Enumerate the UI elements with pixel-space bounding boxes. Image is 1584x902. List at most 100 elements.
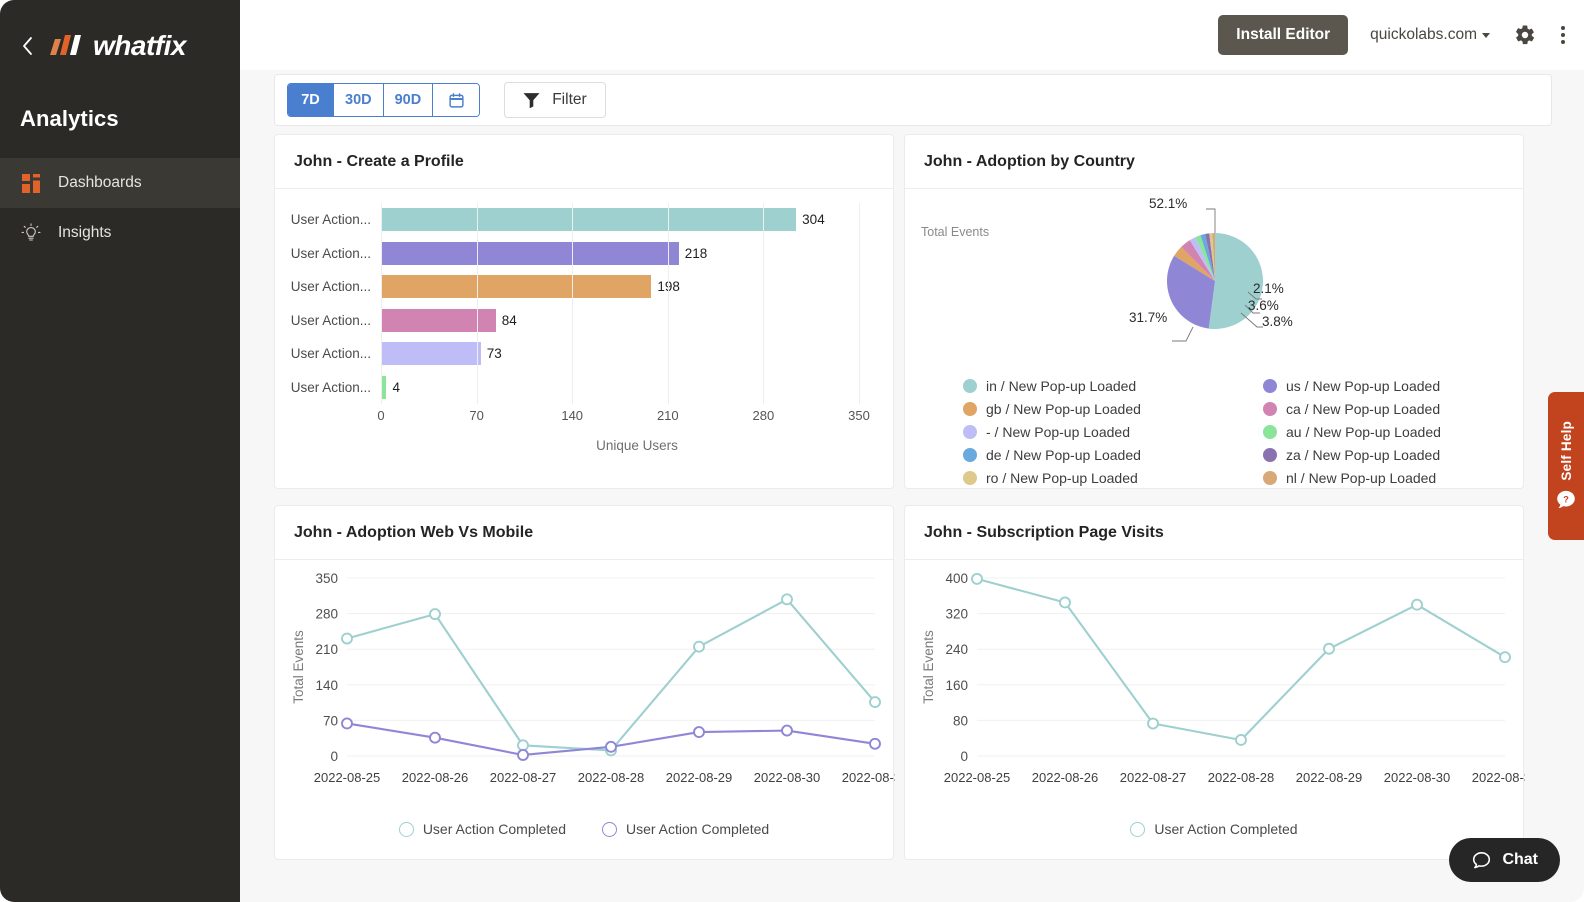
pie-chart-body: Total Events 52.1% 31.7% 3.8% 3.6% 2.1% … <box>905 189 1523 486</box>
bar-chart-body: User Action... 304 User Action... 218 User A… <box>275 189 893 453</box>
self-help-tab[interactable]: Self Help ? <box>1548 392 1584 540</box>
settings-gear-button[interactable] <box>1514 24 1536 46</box>
line-data-point[interactable] <box>517 739 529 752</box>
bar-category-label: User Action... <box>290 312 371 328</box>
line-data-point[interactable] <box>1147 717 1159 730</box>
bar-gridline <box>476 303 478 337</box>
line-data-point[interactable] <box>869 696 881 709</box>
card-create-a-profile: John - Create a Profile User Action... 30… <box>274 134 894 489</box>
legend-label: de / New Pop-up Loaded <box>986 447 1141 463</box>
line-data-point[interactable] <box>693 726 705 739</box>
main-content: Install Editor quickolabs.com 7D 30D 90D… <box>240 0 1584 902</box>
pie-legend-item[interactable]: ro / New Pop-up Loaded <box>963 470 1263 486</box>
more-options-button[interactable] <box>1560 24 1566 46</box>
line-data-point[interactable] <box>971 572 983 585</box>
card-title-adoption-by-country: John - Adoption by Country <box>924 153 1135 170</box>
line-legend-item[interactable]: User Action Completed <box>398 821 566 837</box>
line-data-point[interactable] <box>1059 596 1071 609</box>
legend-label: us / New Pop-up Loaded <box>1286 378 1441 394</box>
line-legend-item[interactable]: User Action Completed <box>602 821 769 837</box>
bar-gridline <box>763 337 765 371</box>
bar-gridline <box>859 236 860 270</box>
sidebar-item-dashboards[interactable]: Dashboards <box>0 158 240 208</box>
line-data-point[interactable] <box>1499 651 1511 664</box>
line-data-point[interactable] <box>429 608 441 621</box>
legend-color-dot <box>1263 402 1277 416</box>
pie-legend-item[interactable]: in / New Pop-up Loaded <box>963 378 1263 394</box>
collapse-sidebar-chevron-icon[interactable] <box>16 35 38 57</box>
y-axis-tick: 400 <box>945 571 968 586</box>
line-data-point[interactable] <box>869 737 881 750</box>
line-data-point[interactable] <box>781 593 793 606</box>
filter-button[interactable]: Filter <box>504 82 606 118</box>
sidebar-nav: Dashboards Insights <box>0 158 240 258</box>
dashboard-blocks-icon <box>20 172 42 194</box>
install-editor-button[interactable]: Install Editor <box>1218 15 1349 55</box>
pie-metric-label: Total Events <box>921 225 990 239</box>
line-legend-item[interactable]: User Action Completed <box>1130 821 1298 837</box>
range-30d-button[interactable]: 30D <box>334 84 384 116</box>
pie-legend-item[interactable]: au / New Pop-up Loaded <box>1263 424 1523 440</box>
line-data-point[interactable] <box>693 640 705 653</box>
line-data-point[interactable] <box>781 724 793 737</box>
custom-date-button[interactable] <box>433 84 480 116</box>
pie-legend-item[interactable]: ca / New Pop-up Loaded <box>1263 401 1523 417</box>
bar-track: 198 <box>381 270 893 304</box>
bar-gridline <box>667 370 669 404</box>
bar-fill[interactable] <box>381 342 481 366</box>
line-series-path <box>976 577 1506 742</box>
legend-label: gb / New Pop-up Loaded <box>986 401 1141 417</box>
line-data-point[interactable] <box>605 740 617 753</box>
bar-fill[interactable] <box>381 308 496 332</box>
range-90d-button[interactable]: 90D <box>383 84 434 116</box>
bar-fill[interactable] <box>381 275 652 299</box>
pie-legend-item[interactable]: nl / New Pop-up Loaded <box>1263 470 1523 486</box>
bar-gridline <box>667 203 669 237</box>
legend-label: ro / New Pop-up Loaded <box>986 470 1138 486</box>
x-axis-tick: 2022-08-29 <box>666 770 733 785</box>
question-bubble-icon: ? <box>1557 490 1575 508</box>
bar-gridline <box>381 337 382 371</box>
sub-line-chart-body: 0 80 160 240 320 400 Total Events 2022-08-25 202… <box>905 560 1538 837</box>
line-data-point[interactable] <box>341 717 353 730</box>
bar-fill[interactable] <box>381 208 797 232</box>
pie-label-52: 52.1% <box>1149 196 1188 211</box>
line-data-point[interactable] <box>517 749 529 761</box>
bar-chart-rows: User Action... 304 User Action... 218 User A… <box>275 189 893 404</box>
line-data-point[interactable] <box>1323 642 1335 655</box>
chat-widget-button[interactable]: Chat <box>1449 838 1560 882</box>
bar-axis-tick: 0 <box>377 408 385 423</box>
sub-line-chart-legend: User Action Completed <box>905 821 1523 837</box>
web-line-chart-legend: User Action Completed User Action Complet… <box>275 821 893 837</box>
svg-text:?: ? <box>1563 494 1569 504</box>
sidebar-item-insights[interactable]: Insights <box>0 208 240 258</box>
legend-label: User Action Completed <box>422 821 566 837</box>
legend-color-dot <box>963 402 977 416</box>
legend-label: User Action Completed <box>626 821 770 837</box>
bar-value-label: 84 <box>501 312 517 328</box>
pie-legend-item[interactable]: gb / New Pop-up Loaded <box>963 401 1263 417</box>
account-domain-dropdown[interactable]: quickolabs.com <box>1370 26 1490 44</box>
bar-gridline <box>572 370 574 404</box>
pie-leader-line <box>1172 326 1194 342</box>
whatfix-logo: whatfix <box>50 30 186 62</box>
bar-category-label: User Action... <box>290 379 371 395</box>
bar-axis-tick: 210 <box>656 408 679 423</box>
pie-legend-item[interactable]: de / New Pop-up Loaded <box>963 447 1263 463</box>
line-data-point[interactable] <box>1411 598 1423 611</box>
card-adoption-by-country: John - Adoption by Country Total Events … <box>904 134 1524 489</box>
bar-value-label: 304 <box>802 212 825 228</box>
bar-gridline <box>859 303 860 337</box>
pie-legend-item[interactable]: us / New Pop-up Loaded <box>1263 378 1523 394</box>
pie-legend-item[interactable]: - / New Pop-up Loaded <box>963 424 1263 440</box>
date-range-segmented-control: 7D 30D 90D <box>287 83 481 117</box>
bar-fill[interactable] <box>381 241 679 265</box>
pie-leader-line <box>1206 208 1216 233</box>
line-data-point[interactable] <box>429 731 441 744</box>
line-data-point[interactable] <box>1235 734 1247 746</box>
pie-legend-item[interactable]: za / New Pop-up Loaded <box>1263 447 1523 463</box>
y-axis-tick: 210 <box>315 642 338 657</box>
bar-gridline <box>381 270 382 304</box>
range-7d-button[interactable]: 7D <box>288 84 334 116</box>
line-data-point[interactable] <box>341 632 353 645</box>
